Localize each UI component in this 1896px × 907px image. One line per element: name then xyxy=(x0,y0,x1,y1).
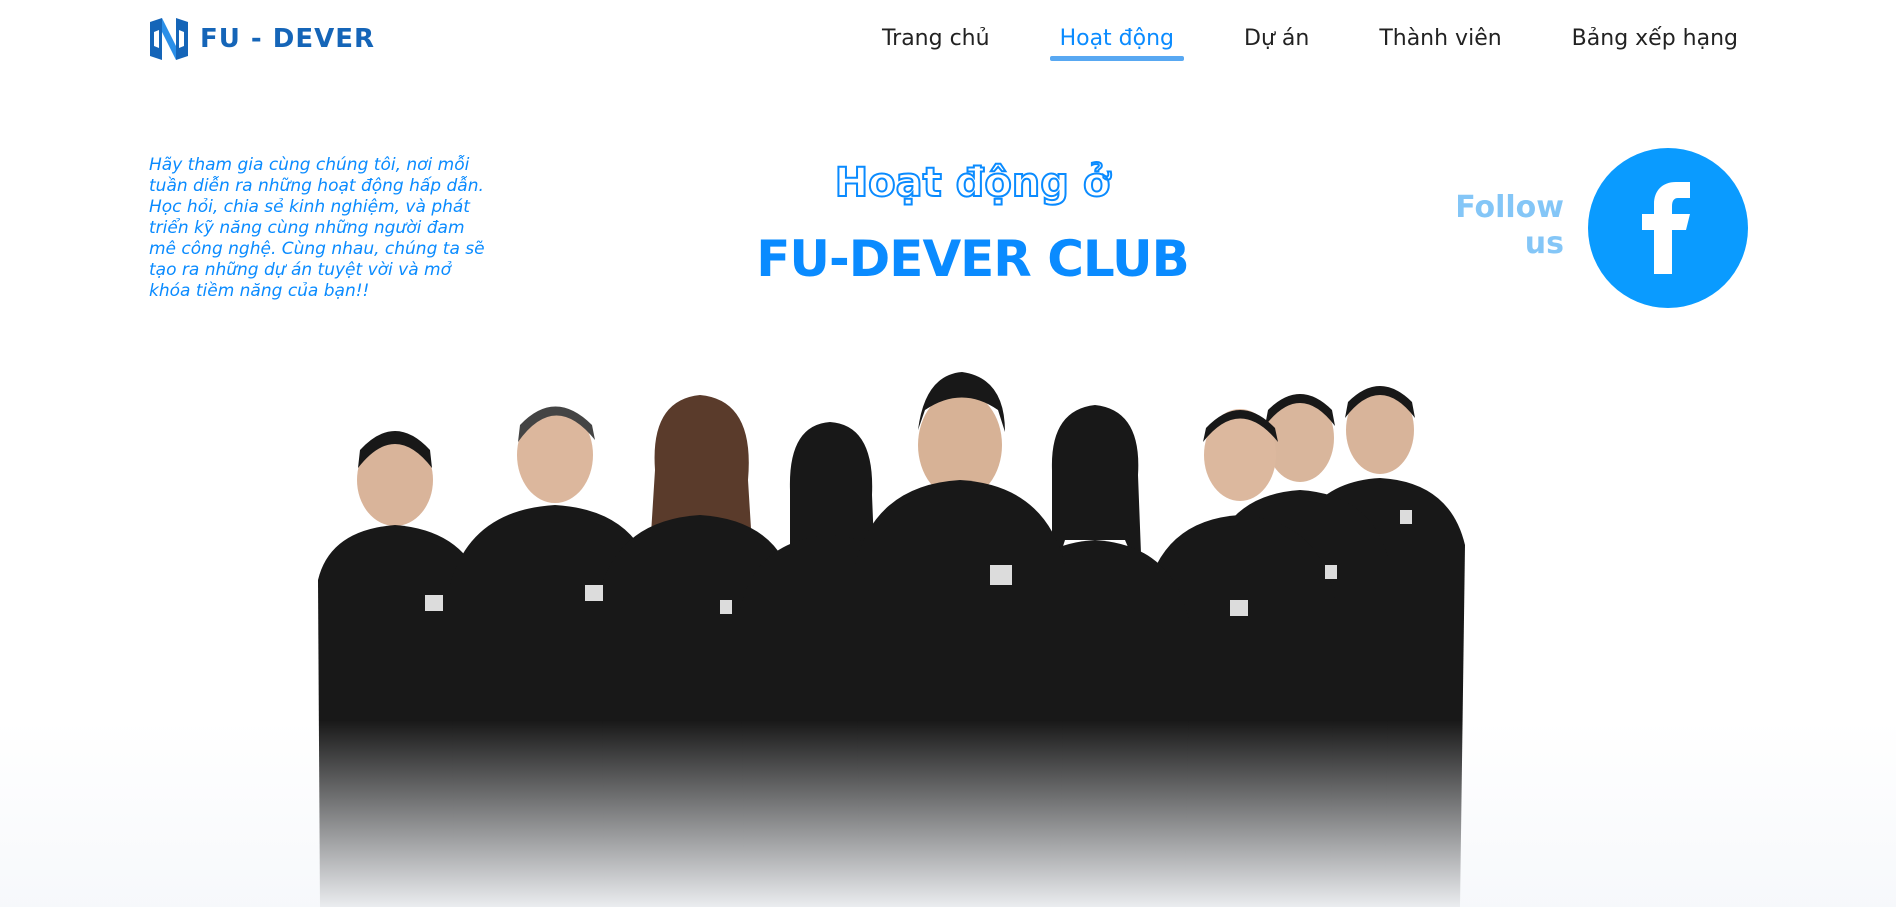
follow-line-1: Follow xyxy=(1455,190,1564,225)
facebook-icon xyxy=(1642,182,1690,274)
brand-logo[interactable]: FU - DEVER xyxy=(148,18,375,60)
facebook-button[interactable] xyxy=(1588,148,1748,308)
nav-item-bang-xep-hang[interactable]: Bảng xếp hạng xyxy=(1562,22,1748,61)
nav-item-hoat-dong[interactable]: Hoạt động xyxy=(1049,22,1185,61)
headline-club-name: FU-DEVER CLUB xyxy=(756,230,1189,288)
brand-name: FU - DEVER xyxy=(200,24,376,54)
navbar: FU - DEVER Trang chủ Hoạt động Dự án Thà… xyxy=(0,0,1896,80)
main-nav: Trang chủ Hoạt động Dự án Thành viên Bản… xyxy=(822,22,1748,61)
nav-item-du-an[interactable]: Dự án xyxy=(1234,22,1319,61)
headline-outline: Hoạt động ở xyxy=(834,159,1112,207)
nav-item-thanh-vien[interactable]: Thành viên xyxy=(1369,22,1511,61)
follow-us-label: Follow us xyxy=(1424,190,1564,262)
follow-line-2: us xyxy=(1524,226,1564,261)
nav-item-trang-chu[interactable]: Trang chủ xyxy=(872,22,1000,61)
intro-text: Hãy tham gia cùng chúng tôi, nơi mỗi tuầ… xyxy=(149,155,485,301)
bottom-fade xyxy=(0,720,1896,907)
logo-icon xyxy=(150,18,188,60)
